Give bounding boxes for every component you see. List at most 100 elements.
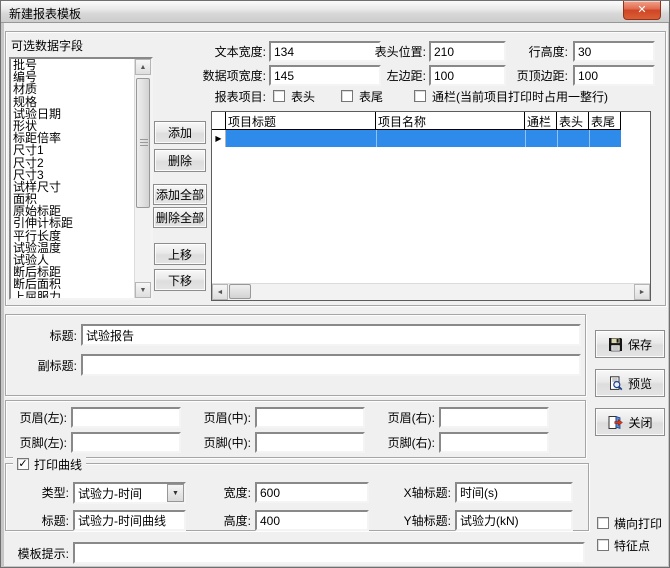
move-up-button-label: 上移 [168, 246, 192, 263]
footer-right-label: 页脚(右): [375, 436, 435, 450]
window-title: 新建报表模板 [9, 5, 81, 22]
remove-all-button[interactable]: 删除全部 [153, 207, 207, 228]
grid-horizontal-scrollbar[interactable]: ◄ ► [212, 283, 650, 300]
add-button[interactable]: 添加 [154, 121, 206, 144]
footer-right-input[interactable] [439, 432, 549, 453]
curve-width-input[interactable] [255, 482, 369, 503]
preview-button-label: 预览 [628, 375, 652, 392]
add-all-button-label: 添加全部 [156, 186, 204, 203]
close-button[interactable]: ✕ [623, 1, 661, 20]
list-item[interactable]: 上屈服力 [13, 291, 134, 298]
grid-cell-divider [525, 130, 526, 147]
preview-button[interactable]: 预览 [595, 369, 665, 397]
list-item[interactable]: 规格 [13, 96, 134, 108]
curve-title-input[interactable] [73, 510, 186, 531]
available-fields-listbox[interactable]: 批号 编号 材质 规格 试验日期 形状 标距倍率 尺寸1 尺寸2 尺寸3 试样尺… [9, 57, 153, 300]
remove-all-button-label: 删除全部 [156, 209, 204, 226]
add-button-label: 添加 [168, 124, 192, 141]
scroll-down-icon[interactable]: ▼ [135, 282, 151, 298]
move-up-button[interactable]: 上移 [154, 243, 206, 265]
page-top-margin-input[interactable] [573, 65, 655, 86]
footer-checkbox-label: 表尾 [359, 90, 383, 104]
footer-left-label: 页脚(左): [7, 436, 67, 450]
print-curve-legend: ✓ 打印曲线 [13, 457, 86, 471]
save-button[interactable]: 保存 [595, 330, 665, 358]
curve-type-select[interactable]: 试验力-时间 ▼ [73, 482, 186, 504]
move-down-button-label: 下移 [168, 272, 192, 289]
print-curve-checkbox[interactable]: ✓ [17, 458, 29, 470]
grid-cell-divider [557, 130, 558, 147]
close-icon: ✕ [637, 4, 646, 16]
print-curve-label: 打印曲线 [34, 456, 82, 473]
row-marker-icon: ▶ [212, 130, 226, 147]
header-pos-input[interactable] [429, 41, 506, 62]
scrollbar-grip-icon [140, 139, 148, 147]
exit-door-icon [607, 415, 623, 430]
grid-selected-row[interactable]: ▶ [212, 130, 621, 147]
scroll-left-icon[interactable]: ◄ [212, 284, 228, 300]
close-dialog-button[interactable]: 关闭 [595, 408, 665, 436]
list-item[interactable]: 引伸计标距 [13, 217, 134, 229]
x-axis-title-input[interactable] [455, 482, 573, 503]
scrollbar-thumb[interactable] [229, 284, 251, 299]
footer-checkbox[interactable] [341, 90, 353, 102]
footer-center-input[interactable] [255, 432, 365, 453]
list-item[interactable]: 尺寸2 [13, 157, 134, 169]
header-checkbox[interactable] [273, 90, 285, 102]
dialog-new-report-template: 新建报表模板 ✕ 可选数据字段 批号 编号 材质 规格 试验日期 形状 标距倍率… [0, 0, 670, 568]
grid-selector-header [212, 112, 226, 130]
fullrow-checkbox[interactable] [414, 90, 426, 102]
report-item-label: 报表项目: [186, 90, 266, 104]
field-list: 批号 编号 材质 规格 试验日期 形状 标距倍率 尺寸1 尺寸2 尺寸3 试样尺… [13, 59, 134, 298]
report-title-label: 标题: [31, 329, 77, 343]
report-title-input[interactable] [81, 324, 581, 346]
header-left-input[interactable] [71, 407, 181, 428]
fullrow-checkbox-label: 通栏(当前项目打印时占用一整行) [432, 90, 608, 104]
y-axis-title-input[interactable] [455, 510, 573, 531]
curve-title-label: 标题: [27, 514, 69, 528]
left-margin-input[interactable] [429, 65, 506, 86]
row-height-input[interactable] [573, 41, 655, 62]
grid-header-row: 项目标题 项目名称 通栏 表头 表尾 [212, 112, 621, 130]
grid-cell-divider [376, 130, 377, 147]
report-subtitle-label: 副标题: [19, 359, 77, 373]
chevron-down-icon[interactable]: ▼ [167, 484, 184, 502]
x-axis-title-label: X轴标题: [387, 486, 451, 500]
landscape-print-label: 横向打印 [614, 517, 662, 531]
curve-type-value: 试验力-时间 [78, 485, 142, 502]
move-down-button[interactable]: 下移 [154, 269, 206, 291]
grid-column-header[interactable]: 通栏 [525, 112, 557, 130]
scroll-right-icon[interactable]: ► [634, 284, 650, 300]
list-item[interactable]: 尺寸1 [13, 144, 134, 156]
grid-cell-divider [589, 130, 590, 147]
header-right-input[interactable] [439, 407, 549, 428]
title-bar[interactable]: 新建报表模板 ✕ [1, 1, 669, 23]
list-item[interactable]: 平行长度 [13, 230, 134, 242]
report-subtitle-input[interactable] [81, 354, 581, 376]
grid-column-header[interactable]: 项目名称 [376, 112, 525, 130]
y-axis-title-label: Y轴标题: [387, 514, 451, 528]
remove-button[interactable]: 删除 [154, 149, 206, 172]
footer-left-input[interactable] [71, 432, 181, 453]
curve-type-label: 类型: [27, 486, 69, 500]
footer-center-label: 页脚(中): [191, 436, 251, 450]
header-center-label: 页眉(中): [191, 411, 251, 425]
curve-height-input[interactable] [255, 510, 369, 531]
selected-row-highlight[interactable] [226, 130, 621, 147]
list-vertical-scrollbar[interactable]: ▲ ▼ [134, 59, 151, 298]
list-item[interactable]: 材质 [13, 83, 134, 95]
scrollbar-thumb[interactable] [136, 78, 150, 208]
template-hint-input[interactable] [73, 542, 585, 564]
grid-column-header[interactable]: 表尾 [589, 112, 621, 130]
scroll-up-icon[interactable]: ▲ [135, 59, 151, 75]
preview-magnifier-icon [608, 376, 623, 391]
grid-column-header[interactable]: 表头 [557, 112, 589, 130]
landscape-print-checkbox[interactable] [597, 517, 609, 529]
grid-column-header[interactable]: 项目标题 [226, 112, 376, 130]
report-items-grid[interactable]: 项目标题 项目名称 通栏 表头 表尾 ▶ ◄ ► [211, 111, 651, 301]
list-item[interactable]: 断后面积 [13, 278, 134, 290]
add-all-button[interactable]: 添加全部 [153, 184, 207, 205]
template-hint-label: 模板提示: [9, 547, 69, 561]
feature-points-checkbox[interactable] [597, 539, 609, 551]
header-center-input[interactable] [255, 407, 365, 428]
